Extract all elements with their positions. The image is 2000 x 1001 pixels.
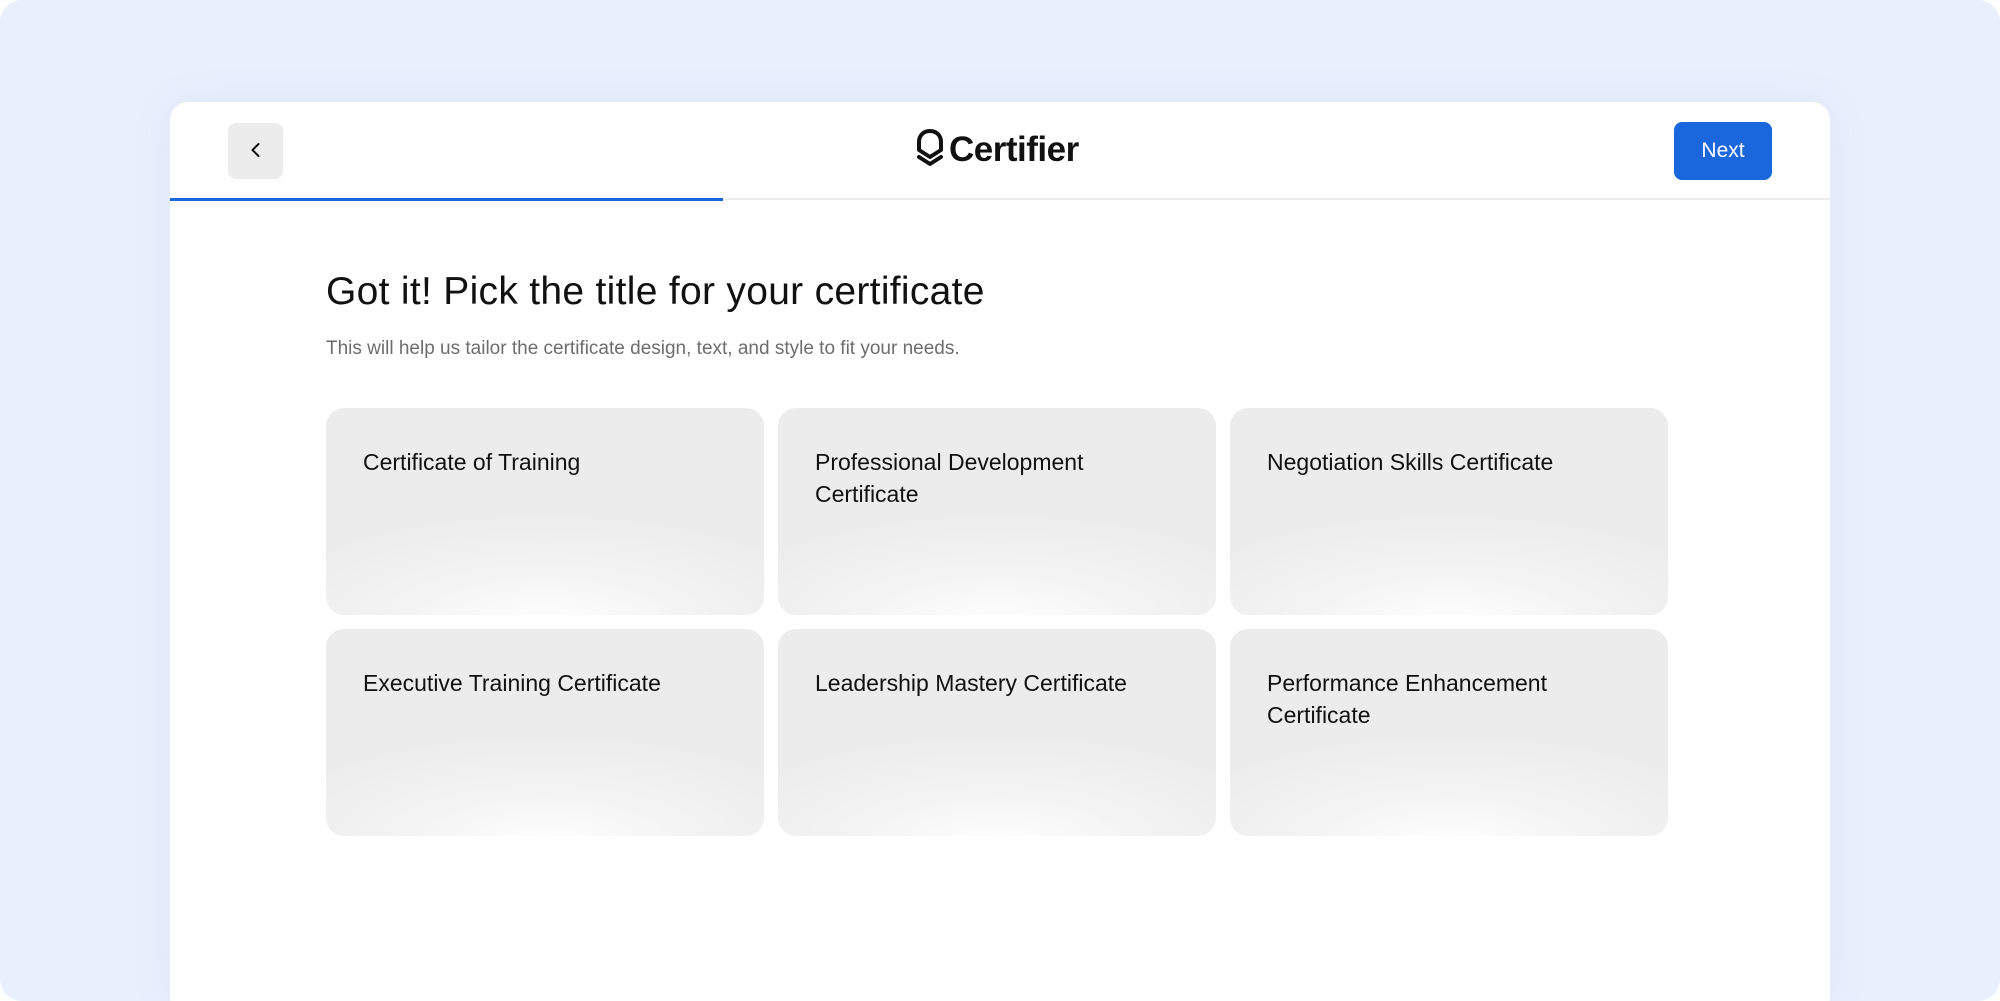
option-card-certificate-of-training[interactable]: Certificate of Training xyxy=(326,408,764,615)
certifier-logo: Certifier xyxy=(915,126,1079,174)
app-window: Certifier Next Got it! Pick the title fo… xyxy=(170,102,1830,1001)
option-card-performance-enhancement[interactable]: Performance Enhancement Certificate xyxy=(1230,629,1668,836)
option-card-label: Certificate of Training xyxy=(363,449,581,475)
certifier-logo-icon xyxy=(915,128,945,172)
option-card-label: Professional Development Certificate xyxy=(815,449,1084,507)
next-button[interactable]: Next xyxy=(1674,122,1772,180)
progress-fill xyxy=(170,198,723,201)
certificate-title-options: Certificate of Training Professional Dev… xyxy=(326,408,1668,836)
option-card-negotiation-skills[interactable]: Negotiation Skills Certificate xyxy=(1230,408,1668,615)
option-card-leadership-mastery[interactable]: Leadership Mastery Certificate xyxy=(778,629,1216,836)
option-card-label: Leadership Mastery Certificate xyxy=(815,670,1127,696)
option-card-label: Negotiation Skills Certificate xyxy=(1267,449,1554,475)
option-card-label: Executive Training Certificate xyxy=(363,670,661,696)
option-card-professional-development[interactable]: Professional Development Certificate xyxy=(778,408,1216,615)
page-subtitle: This will help us tailor the certificate… xyxy=(326,338,960,359)
logo-text: Certifier xyxy=(949,130,1079,169)
back-button[interactable] xyxy=(228,123,283,179)
option-card-executive-training[interactable]: Executive Training Certificate xyxy=(326,629,764,836)
option-card-label: Performance Enhancement Certificate xyxy=(1267,670,1547,728)
progress-bar xyxy=(170,198,1830,201)
chevron-left-icon xyxy=(247,141,265,162)
page-title: Got it! Pick the title for your certific… xyxy=(326,270,985,313)
top-bar: Certifier Next xyxy=(170,102,1830,200)
